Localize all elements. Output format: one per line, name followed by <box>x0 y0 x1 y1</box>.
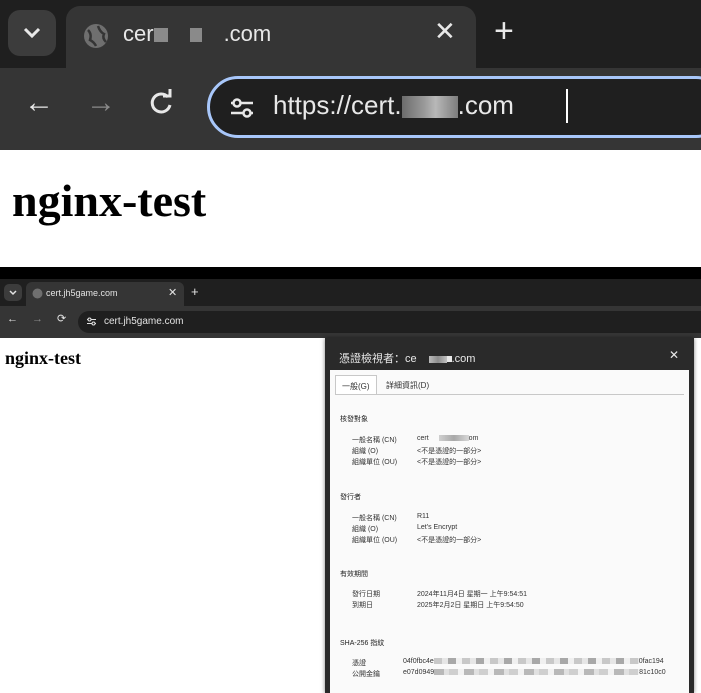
tab-search-button[interactable] <box>8 10 56 56</box>
tab-title: cert.jh5game.com <box>46 288 118 298</box>
tab-title: cer .com <box>123 21 272 46</box>
text-caret <box>566 89 568 123</box>
section-fingerprints: SHA-256 指紋 <box>340 640 385 647</box>
close-tab-icon[interactable]: ✕ <box>168 286 177 299</box>
address-bar[interactable]: cert.jh5game.com <box>78 311 701 333</box>
zoomed-toolbar: ← → https://cert. .com <box>0 68 701 150</box>
forward-arrow-icon[interactable]: → <box>86 88 116 118</box>
section-issued-to: 核發對象 <box>340 416 368 423</box>
globe-icon <box>32 288 43 299</box>
image-divider <box>0 267 701 279</box>
page-heading: nginx-test <box>5 348 81 368</box>
tab-underline <box>335 394 684 395</box>
browser-tab[interactable]: cert.jh5game.com ✕ <box>26 282 184 306</box>
page-heading: nginx-test <box>12 175 207 226</box>
public-key-fingerprint-value: e07d0949 81c10c0 <box>403 669 666 676</box>
chevron-down-icon <box>23 27 41 39</box>
url-text: cert.jh5game.com <box>104 316 184 327</box>
url-text: https://cert. .com <box>273 90 514 120</box>
reload-icon[interactable] <box>146 88 176 124</box>
site-settings-icon[interactable] <box>228 94 256 122</box>
issued-to-cn-value: cert om <box>417 435 479 442</box>
cert-fingerprint-value: 04f0fbc4e 0fac194 <box>403 658 664 665</box>
back-arrow-icon[interactable]: ← <box>24 88 54 118</box>
site-settings-icon[interactable] <box>86 316 97 327</box>
address-bar[interactable]: https://cert. .com <box>207 76 701 138</box>
new-tab-button[interactable]: + <box>494 14 514 48</box>
back-arrow-icon[interactable]: ← <box>7 314 18 325</box>
forward-arrow-icon[interactable]: → <box>32 314 43 325</box>
section-validity: 有效期間 <box>340 571 368 578</box>
tab-details[interactable]: 詳細資訊(D) <box>380 375 435 395</box>
dialog-body: 一般(G) 詳細資訊(D) 核發對象 一般名稱 (CN) cert om 組織 (… <box>330 370 689 693</box>
new-tab-button[interactable]: + <box>191 285 199 298</box>
tab-general[interactable]: 一般(G) <box>335 375 377 395</box>
globe-icon <box>84 24 108 48</box>
tab-search-button[interactable] <box>4 284 22 301</box>
chevron-down-icon <box>9 289 17 295</box>
certificate-viewer-dialog: 憑證檢視者：ce .com ✕ 一般(G) 詳細資訊(D) 核發對象 一般名稱 (… <box>325 338 694 693</box>
close-icon[interactable]: ✕ <box>669 348 679 362</box>
toolbar: ← → ⟳ cert.jh5game.com <box>0 306 701 338</box>
dialog-title: 憑證檢視者：ce .com <box>339 353 476 365</box>
browser-tab[interactable]: cer .com ✕ <box>66 6 476 68</box>
close-tab-icon[interactable]: ✕ <box>434 18 456 44</box>
zoomed-page-content: nginx-test <box>0 150 701 267</box>
reload-icon[interactable]: ⟳ <box>57 314 66 325</box>
zoomed-tab-strip: cer .com ✕ + <box>0 0 701 68</box>
tab-strip: cert.jh5game.com ✕ + <box>0 279 701 306</box>
section-issuer: 發行者 <box>340 494 361 501</box>
